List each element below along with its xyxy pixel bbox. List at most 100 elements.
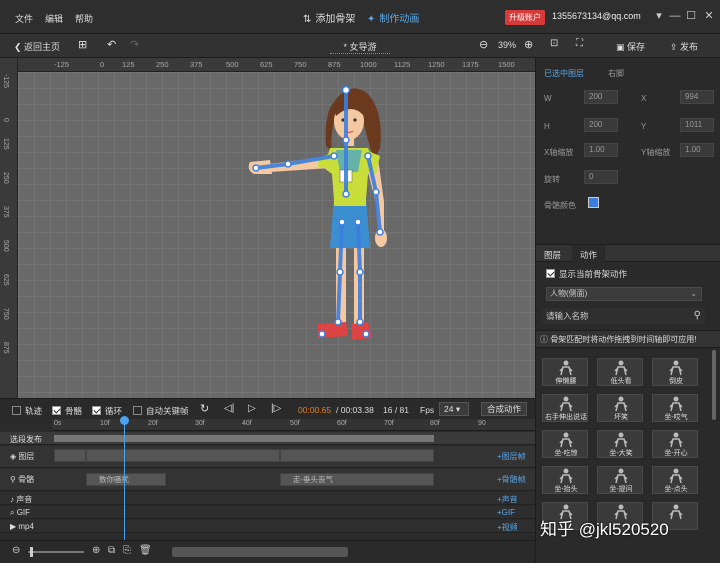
zoom-out-icon[interactable]: ⊖	[479, 38, 488, 51]
add-bone-frame-button[interactable]: +骨骼帧	[497, 474, 526, 485]
action-tile[interactable]: 倒皮	[652, 358, 698, 386]
bones-checkbox[interactable]: 骨骼	[52, 405, 82, 417]
zoom-in-icon[interactable]: ⊕	[524, 38, 533, 51]
height-field[interactable]: 200	[584, 118, 618, 132]
back-home-button[interactable]: ❮ 返回主页	[14, 40, 60, 53]
stage-canvas[interactable]	[18, 72, 535, 398]
undo-icon[interactable]: ↶	[107, 38, 116, 51]
actual-size-icon[interactable]: ⊡	[550, 38, 558, 49]
add-layer-frame-button[interactable]: +图层帧	[497, 451, 526, 462]
pose-icon	[559, 396, 573, 412]
tab-make-animation[interactable]: ✦ 制作动画	[367, 10, 419, 25]
action-tile[interactable]: 伸懒腰	[542, 358, 588, 386]
track-bones[interactable]: ⚲ 骨骼 +骨骼帧 数你骚扰 走-垂头丧气	[0, 469, 535, 491]
track-mp4[interactable]: ▶ mp4 +视频	[0, 520, 535, 533]
fps-select[interactable]: 24 ▾	[439, 402, 469, 416]
reset-icon[interactable]: ↻	[200, 402, 209, 415]
add-frame-icon[interactable]: ⊞	[78, 38, 87, 51]
action-tile[interactable]: 坐-吃惊	[542, 430, 588, 458]
copy-icon[interactable]: ⧉	[108, 545, 115, 556]
menu-edit[interactable]: 编辑	[45, 12, 63, 25]
scale-y-field[interactable]: 1.00	[680, 143, 714, 157]
minimize-icon[interactable]: —	[668, 9, 682, 23]
pose-icon	[669, 396, 683, 412]
trail-checkbox[interactable]: 轨迹	[12, 405, 42, 417]
show-current-checkbox[interactable]: 显示当前骨架动作	[546, 268, 627, 280]
track-name: GIF	[16, 508, 31, 517]
delete-icon[interactable]: 🗑	[139, 545, 152, 556]
menu-help[interactable]: 帮助	[75, 12, 93, 25]
maximize-icon[interactable]: ☐	[684, 9, 698, 23]
search-icon[interactable]: ⚲	[694, 308, 701, 324]
save-icon: ▣	[616, 42, 628, 52]
account-email[interactable]: 1355673134@qq.com	[552, 11, 641, 21]
fit-screen-icon[interactable]: ⛶	[576, 38, 583, 49]
category-select[interactable]: 人物(侧面) ⌄	[546, 287, 702, 301]
pose-icon	[614, 468, 628, 484]
play-icon[interactable]: ▷	[248, 403, 256, 414]
upgrade-button[interactable]: 升级账户	[505, 10, 545, 25]
action-tile[interactable]: 低头看	[597, 358, 643, 386]
scrollbar[interactable]	[712, 350, 716, 420]
action-search-input[interactable]: 请输入名称 ⚲	[542, 308, 705, 324]
layer-keyframe[interactable]	[86, 449, 280, 462]
layer-keyframe[interactable]	[280, 449, 434, 462]
ruler-tick: 1250	[428, 60, 445, 69]
scale-x-field[interactable]: 1.00	[584, 143, 618, 157]
document-name[interactable]: * 女导游	[330, 40, 390, 54]
menu-file[interactable]: 文件	[15, 12, 33, 25]
timeline-zoom-slider[interactable]	[28, 551, 84, 553]
auto-key-checkbox[interactable]: 自动关键帧	[133, 405, 189, 417]
track-gif[interactable]: ⌕ GIF +GIF	[0, 506, 535, 519]
y-field[interactable]: 1011	[680, 118, 714, 132]
prev-frame-icon[interactable]: ◁|	[224, 403, 234, 414]
loop-checkbox[interactable]: 循环	[92, 405, 122, 417]
playhead[interactable]	[124, 419, 125, 540]
action-tile[interactable]: 坐-开心	[652, 430, 698, 458]
action-tile[interactable]: 坐-提问	[597, 466, 643, 494]
character-skeleton[interactable]	[18, 72, 535, 398]
publish-icon: ⇪	[670, 42, 681, 52]
close-icon[interactable]: ✕	[702, 9, 716, 23]
properties-panel: 已选中图层 右脚 W 200 X 994 H 200 Y 1011 X轴缩放 1…	[535, 58, 720, 563]
add-gif-button[interactable]: +GIF	[497, 508, 515, 517]
track-layers[interactable]: ◈ 图层 +图层帧	[0, 446, 535, 468]
compose-action-button[interactable]: 合成动作	[481, 402, 527, 416]
pose-icon	[669, 432, 683, 448]
action-tile[interactable]: 右手伸出说话	[542, 394, 588, 422]
track-publish[interactable]: 选段发布	[0, 432, 535, 445]
ruler-tick: 250	[2, 172, 9, 184]
rotation-field[interactable]: 0	[584, 170, 618, 184]
timeline-scrollbar[interactable]	[172, 547, 348, 557]
bone-clip[interactable]: 走-垂头丧气	[280, 473, 434, 486]
layer-keyframe[interactable]	[54, 449, 86, 462]
chevron-down-icon[interactable]: ▾	[652, 9, 666, 23]
add-video-button[interactable]: +视频	[497, 522, 518, 533]
save-button[interactable]: ▣ 保存	[616, 40, 645, 53]
publish-button[interactable]: ⇪ 发布	[670, 40, 698, 53]
action-tile[interactable]: 坐-大笑	[597, 430, 643, 458]
paste-icon[interactable]: ⎘	[123, 545, 131, 556]
pose-icon	[669, 360, 683, 376]
action-tile[interactable]: 坐-哎气	[652, 394, 698, 422]
action-tile[interactable]: 坏笑	[597, 394, 643, 422]
playhead-handle[interactable]	[120, 416, 129, 425]
action-tile[interactable]: 坐-抬头	[542, 466, 588, 494]
add-sound-button[interactable]: +声音	[497, 494, 518, 505]
next-frame-icon[interactable]: |▷	[271, 403, 281, 414]
bone-color-label: 骨骼颜色	[544, 201, 576, 210]
publish-range[interactable]	[54, 435, 434, 442]
zoom-in-icon[interactable]: ⊕	[92, 545, 100, 556]
bone-clip[interactable]: 数你骚扰	[86, 473, 166, 486]
action-tile[interactable]: 坐-点头	[652, 466, 698, 494]
tab-actions[interactable]: 动作	[572, 245, 606, 263]
width-field[interactable]: 200	[584, 90, 618, 104]
zoom-out-icon[interactable]: ⊖	[12, 545, 20, 556]
x-field[interactable]: 994	[680, 90, 714, 104]
tab-add-skeleton[interactable]: ⇅ 添加骨架	[303, 10, 355, 25]
redo-icon[interactable]: ↷	[130, 38, 139, 51]
slider-handle[interactable]	[30, 547, 33, 557]
track-sound[interactable]: ♪ 声音 +声音	[0, 492, 535, 505]
tab-layers[interactable]: 图层	[544, 249, 561, 261]
bone-color-swatch[interactable]	[588, 197, 599, 208]
